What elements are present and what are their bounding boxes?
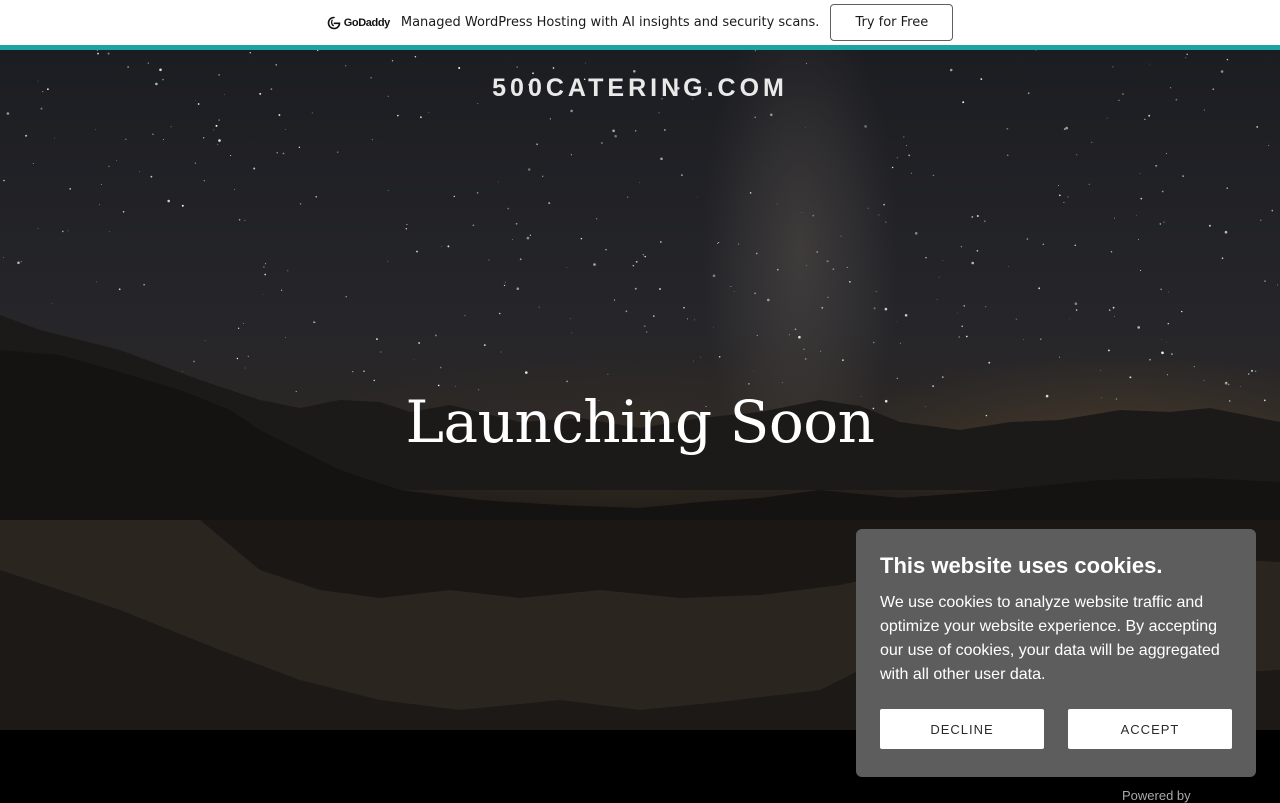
promo-banner: GoDaddy Managed WordPress Hosting with A… [0, 0, 1280, 45]
launching-soon-headline: Launching Soon [405, 388, 875, 456]
cookie-message: We use cookies to analyze website traffi… [880, 594, 1220, 683]
cookie-actions: DECLINE ACCEPT [880, 709, 1232, 749]
godaddy-logo-icon [327, 16, 341, 30]
powered-by-text: Powered by [1122, 788, 1191, 803]
site-name: 500CATERING.COM [492, 74, 788, 102]
promo-message: Managed WordPress Hosting with AI insigh… [400, 15, 820, 30]
accept-cookies-button[interactable]: ACCEPT [1068, 709, 1232, 749]
decline-cookies-button[interactable]: DECLINE [880, 709, 1044, 749]
godaddy-wordmark: GoDaddy [343, 16, 390, 29]
cookie-consent-dialog: This website uses cookies. We use cookie… [856, 529, 1256, 777]
cookie-title: This website uses cookies. [880, 553, 1163, 578]
try-for-free-button[interactable]: Try for Free [830, 4, 954, 41]
godaddy-logo[interactable]: GoDaddy [327, 16, 390, 30]
